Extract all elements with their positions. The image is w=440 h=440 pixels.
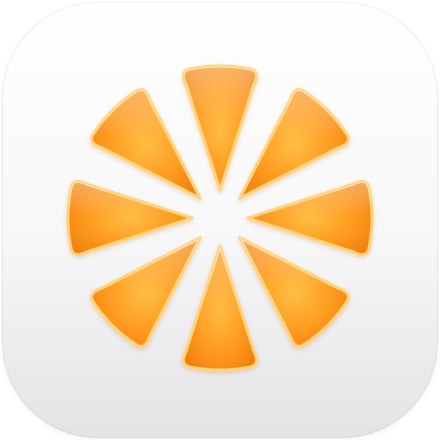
orange-segment-highlight [91,89,201,199]
orange-segment-highlight [239,237,349,347]
orange-segment-highlight [68,181,192,255]
orange-slice-icon [66,64,374,372]
orange-segment-highlight [239,89,349,199]
orange-segment-highlight [183,246,257,370]
orange-segment-highlight [183,66,257,190]
orange-segment-highlight [91,237,201,347]
icon-canvas [0,0,440,440]
orange-segment-highlight [248,181,372,255]
